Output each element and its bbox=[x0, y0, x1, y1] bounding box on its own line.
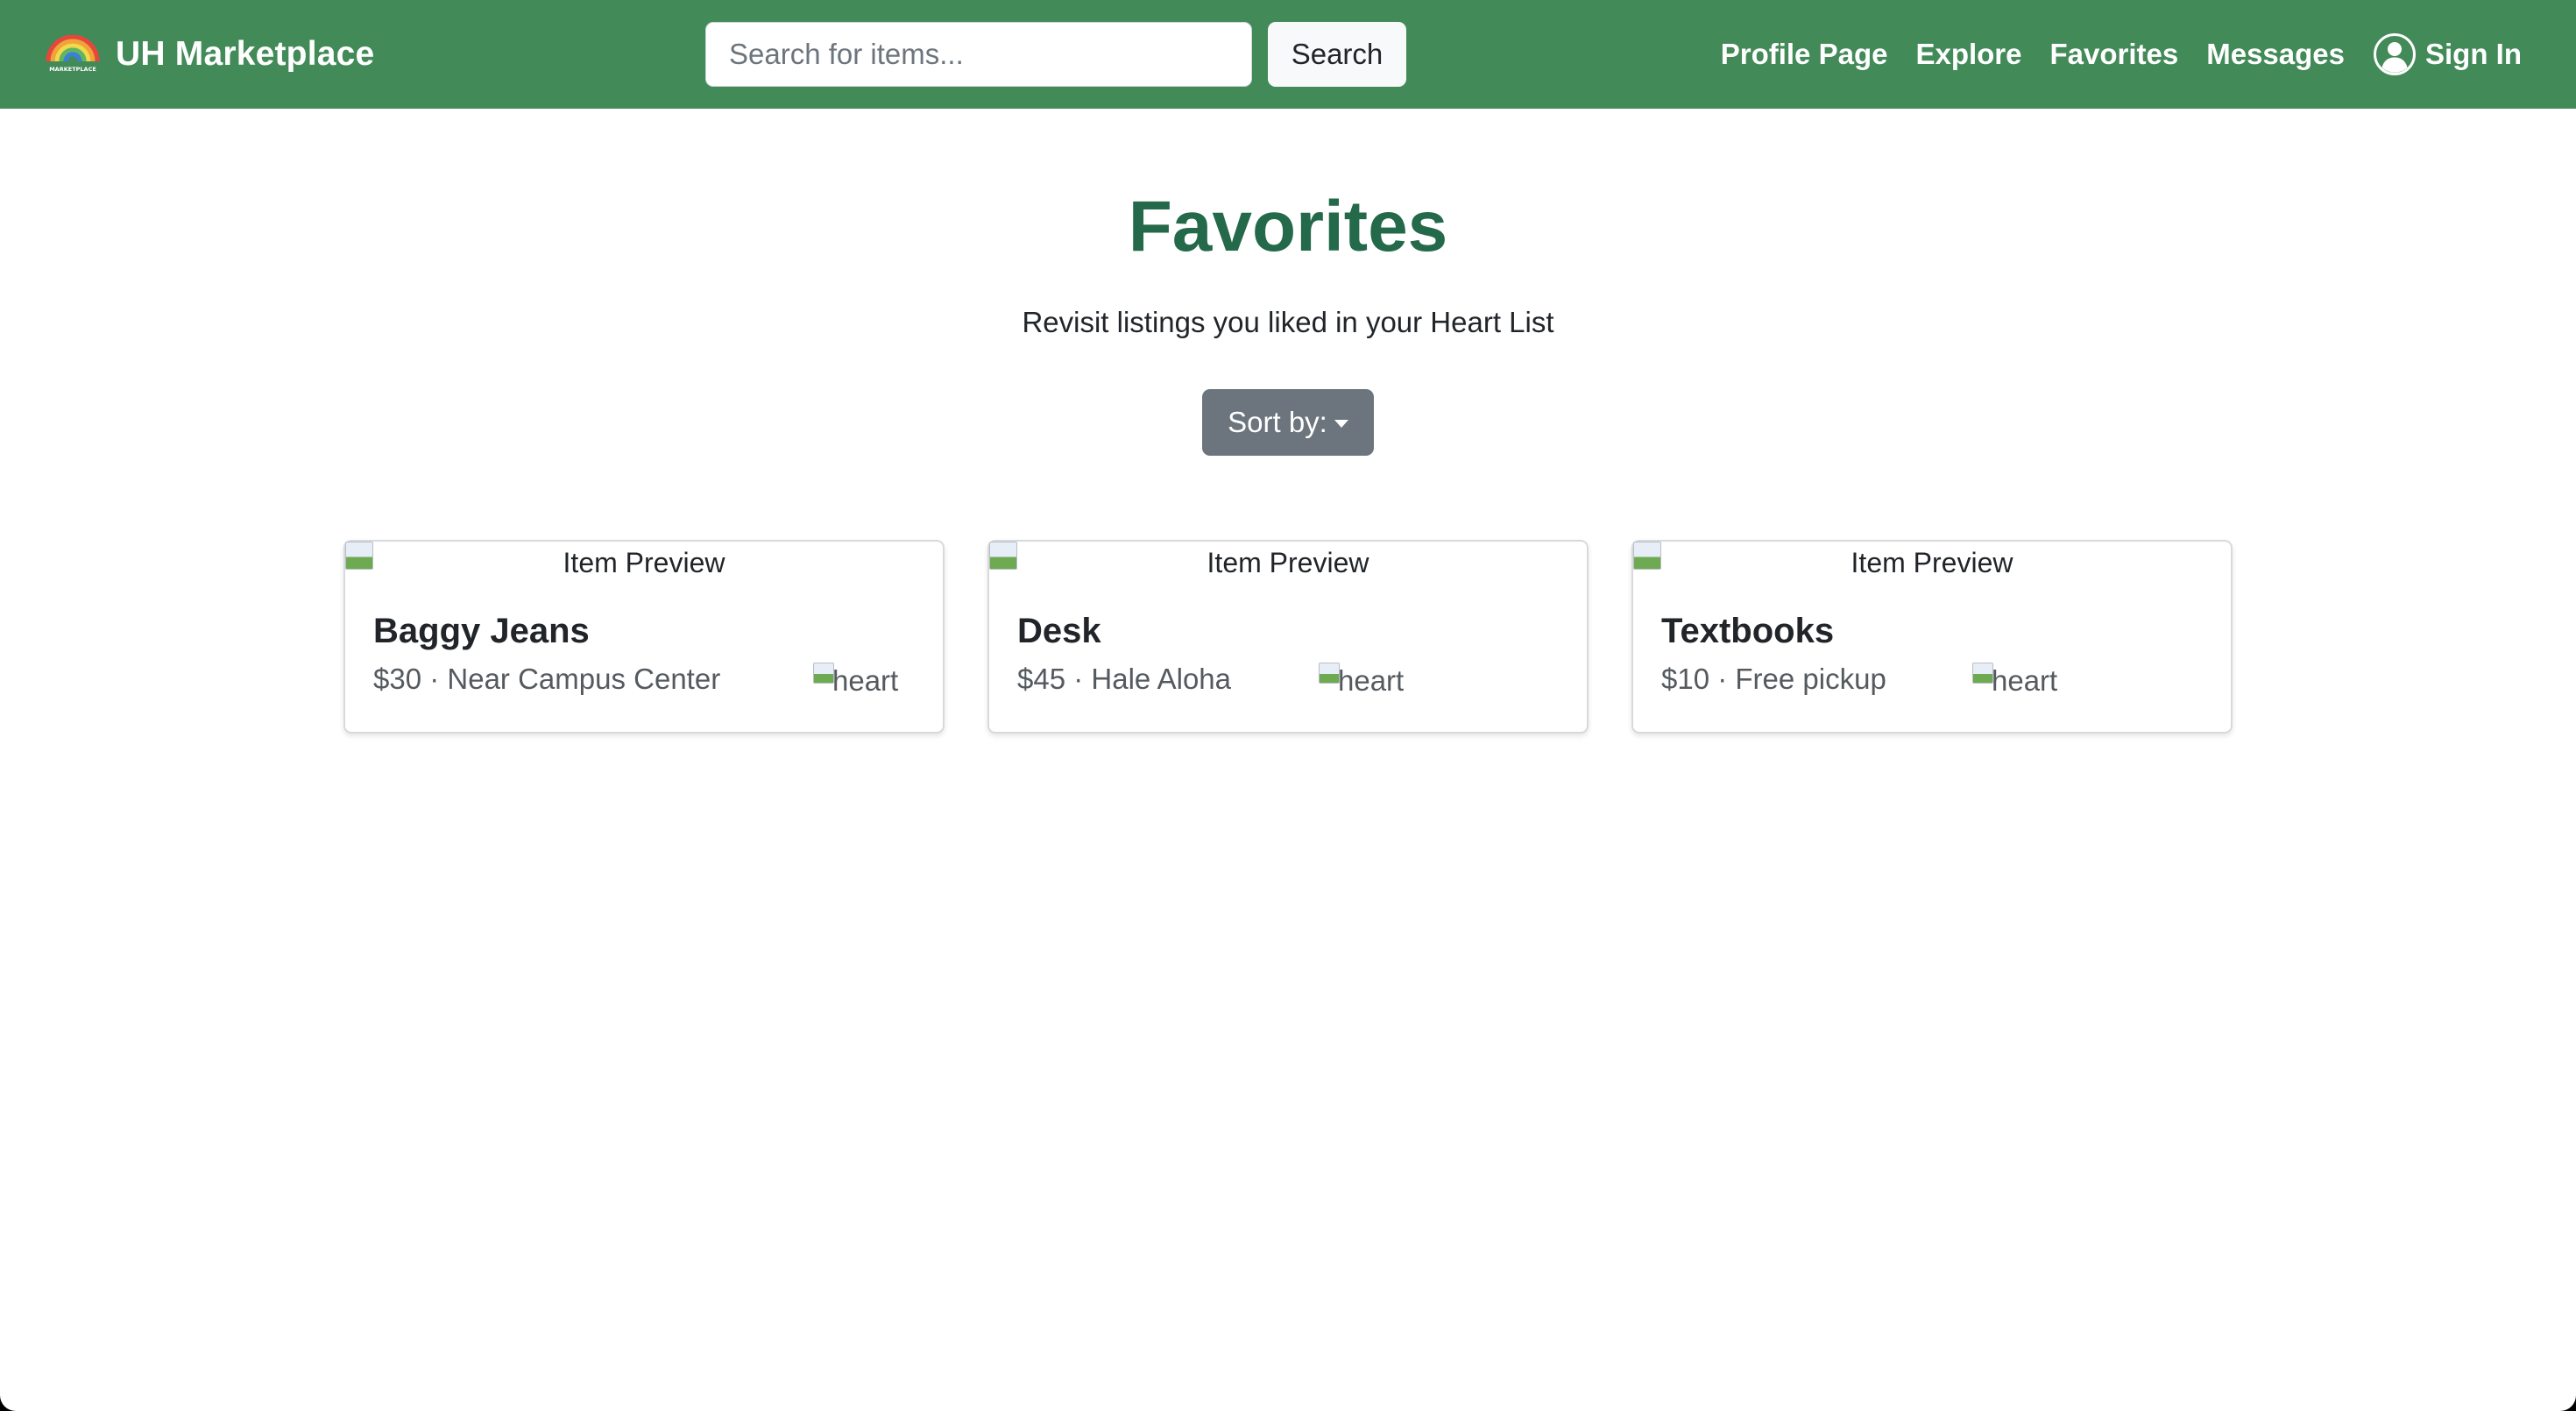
nav-links: Profile Page Explore Favorites Messages … bbox=[1721, 0, 2522, 109]
broken-image-icon bbox=[1319, 663, 1340, 684]
item-preview-image: Item Preview bbox=[1851, 547, 2013, 578]
sort-dropdown-button[interactable]: Sort by: bbox=[1202, 389, 1374, 456]
card-title: Baggy Jeans bbox=[373, 612, 590, 650]
card-title: Textbooks bbox=[1661, 612, 1835, 650]
card-meta: $10 · Free pickup bbox=[1661, 663, 1886, 695]
sort-label: Sort by: bbox=[1228, 406, 1327, 438]
nav-link-favorites[interactable]: Favorites bbox=[2050, 38, 2179, 71]
card-meta: $30 · Near Campus Center bbox=[373, 663, 721, 695]
favorite-card-baggy-jeans[interactable]: Item Preview Baggy Jeans $30 · Near Camp… bbox=[343, 540, 945, 734]
sign-in-label: Sign In bbox=[2425, 38, 2522, 70]
favorite-card-textbooks[interactable]: Item Preview Textbooks $10 · Free pickup… bbox=[1631, 540, 2233, 734]
rainbow-logo-icon: MARKETPLACE bbox=[46, 35, 100, 73]
page-subtitle: Revisit listings you liked in your Heart… bbox=[1022, 306, 1554, 338]
nav-link-messages[interactable]: Messages bbox=[2206, 38, 2345, 71]
card-meta: $45 · Hale Aloha bbox=[1017, 663, 1232, 695]
navbar: MARKETPLACE UH Marketplace Search Profil… bbox=[0, 0, 2576, 109]
brand-title: UH Marketplace bbox=[116, 35, 375, 73]
heart-image-alt: heart bbox=[1338, 664, 1405, 697]
heart-image-alt: heart bbox=[832, 664, 899, 697]
nav-link-sign-in[interactable]: Sign In bbox=[2373, 32, 2522, 76]
heart-button[interactable]: heart bbox=[813, 663, 899, 698]
broken-image-icon bbox=[1972, 663, 1993, 684]
heart-button[interactable]: heart bbox=[1319, 663, 1405, 698]
heart-button[interactable]: heart bbox=[1972, 663, 2058, 698]
favorite-card-desk[interactable]: Item Preview Desk $45 · Hale Aloha heart bbox=[987, 540, 1589, 734]
user-circle-icon bbox=[2374, 33, 2416, 75]
brand-link[interactable]: MARKETPLACE UH Marketplace bbox=[44, 26, 374, 82]
nav-link-profile-page[interactable]: Profile Page bbox=[1721, 38, 1888, 71]
page-title: Favorites bbox=[1128, 187, 1448, 266]
nav-link-explore[interactable]: Explore bbox=[1915, 38, 2021, 71]
page: MARKETPLACE UH Marketplace Search Profil… bbox=[0, 0, 2576, 1411]
item-preview-image: Item Preview bbox=[563, 547, 725, 578]
svg-text:MARKETPLACE: MARKETPLACE bbox=[49, 66, 96, 73]
item-preview-image: Item Preview bbox=[1207, 547, 1369, 578]
search-button[interactable]: Search bbox=[1268, 22, 1406, 87]
broken-image-icon bbox=[813, 663, 834, 684]
caret-down-icon bbox=[1334, 419, 1348, 428]
search-input[interactable] bbox=[705, 22, 1252, 87]
heart-image-alt: heart bbox=[1992, 664, 2058, 697]
card-title: Desk bbox=[1017, 612, 1101, 650]
